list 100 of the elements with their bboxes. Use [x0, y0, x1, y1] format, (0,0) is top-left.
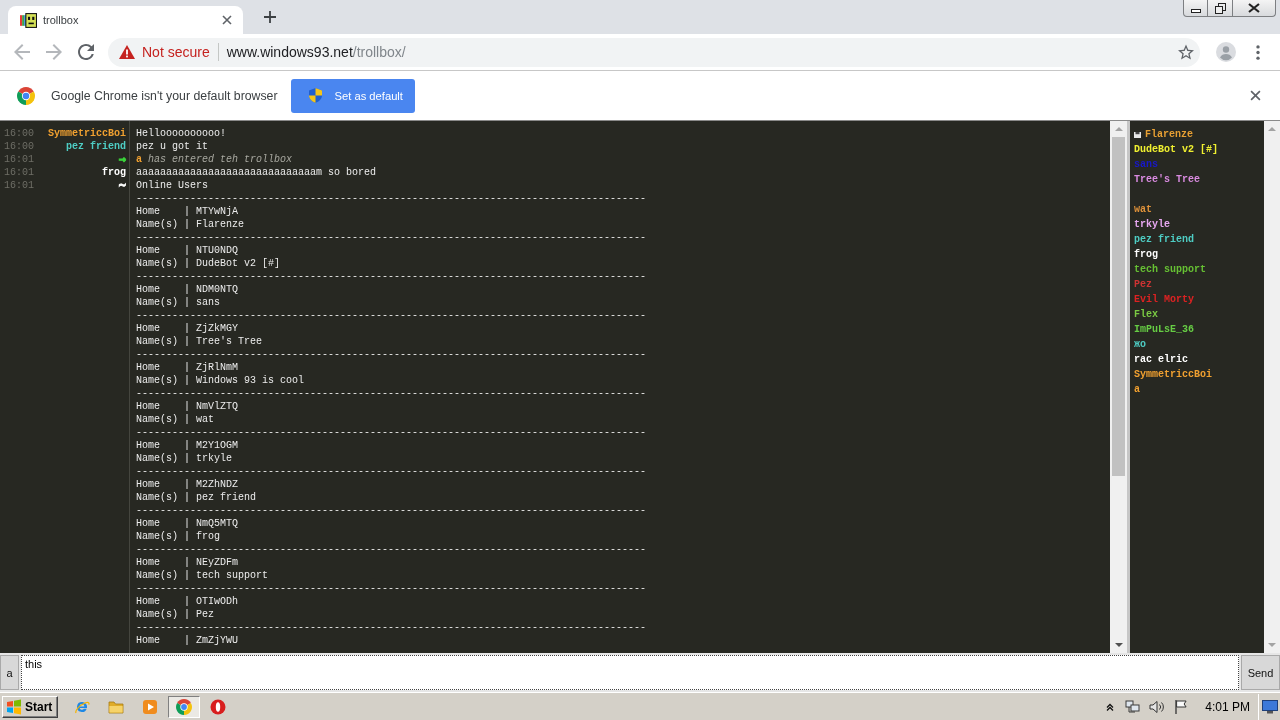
- user-name[interactable]: Flarenze: [1145, 127, 1193, 142]
- scrollbar[interactable]: [1110, 121, 1127, 653]
- taskbar-app-button[interactable]: [168, 695, 201, 718]
- scrollbar-thumb[interactable]: [1112, 137, 1125, 476]
- send-button[interactable]: Send: [1241, 655, 1280, 690]
- output-line: Name(s) | wat: [136, 413, 214, 426]
- output-line: -------------------------------------------------------------------------------------: [136, 231, 647, 244]
- message-author: frog: [102, 166, 126, 179]
- output-line: -------------------------------------------------------------------------------------: [136, 426, 647, 439]
- output-line: Home | NDM0NTQ: [136, 283, 239, 296]
- restore-button[interactable]: [1208, 0, 1233, 17]
- info-message: Google Chrome isn't your default browser: [51, 88, 278, 103]
- user-name[interactable]: wat: [1134, 202, 1152, 217]
- pixel-face-icon: [20, 12, 37, 28]
- star-icon: [1178, 44, 1194, 60]
- user-name[interactable]: a: [1134, 382, 1140, 397]
- reload-icon: [78, 44, 94, 60]
- output-line: -------------------------------------------------------------------------------------: [136, 582, 647, 595]
- message-text: Helloooooooooo!: [136, 127, 226, 140]
- user-name[interactable]: tech support: [1134, 262, 1206, 277]
- message-text: pez u got it: [136, 140, 208, 153]
- output-line: Home | NmQ5MTQ: [136, 517, 239, 530]
- triangle-down-icon: [1268, 643, 1276, 647]
- show-desktop-button[interactable]: [1258, 693, 1280, 720]
- output-line: Home | ZjZkMGY: [136, 322, 239, 335]
- output-line: Name(s) | Windows 93 is cool: [136, 374, 305, 387]
- browser-logo-icon: [176, 698, 193, 715]
- output-line: Name(s) | trkyle: [136, 452, 232, 465]
- chevron-up-icon: [1106, 702, 1115, 711]
- output-line: -------------------------------------------------------------------------------------: [136, 504, 647, 517]
- close-icon: [1249, 90, 1261, 101]
- output-line: Home | ZmZjYWU: [136, 634, 239, 647]
- set-default-button[interactable]: Set as default: [290, 78, 415, 113]
- output-line: -------------------------------------------------------------------------------------: [136, 465, 647, 478]
- minimize-icon: [1190, 8, 1201, 13]
- address-bar[interactable]: Not secure www.windows93.net/trollbox/: [108, 37, 1200, 67]
- browser-logo-icon: [17, 86, 35, 105]
- message-time: 16:01: [4, 166, 35, 179]
- four-color-flag-icon: [6, 698, 22, 715]
- output-line: Name(s) | tech support: [136, 569, 269, 582]
- start-button[interactable]: Start: [2, 695, 59, 718]
- output-line: Name(s) | sans: [136, 296, 220, 309]
- user-name[interactable]: SymmetriccBoi: [1134, 367, 1212, 382]
- close-icon: [222, 15, 232, 25]
- user-name[interactable]: rac elric: [1134, 352, 1188, 367]
- message-time: 16:01: [4, 179, 35, 192]
- message-author: SymmetriccBoi: [48, 127, 126, 140]
- close-window-button[interactable]: [1233, 0, 1276, 17]
- user-name[interactable]: pez friend: [1134, 232, 1194, 247]
- message-time: 16:00: [4, 127, 35, 140]
- message-time: 16:00: [4, 140, 35, 153]
- user-name[interactable]: ImPuLsE_36: [1134, 322, 1194, 337]
- output-line: Name(s) | Tree's Tree: [136, 335, 263, 348]
- output-line: Home | M2Y1OGM: [136, 439, 239, 452]
- warning-icon: [119, 45, 135, 59]
- play-icon: [142, 698, 159, 715]
- system-tilde: ~: [118, 179, 126, 192]
- message-text: Online Users: [136, 179, 208, 192]
- network-icon[interactable]: [1125, 698, 1142, 715]
- user-name[interactable]: DudeBot v2 [#]: [1134, 142, 1218, 157]
- output-line: -------------------------------------------------------------------------------------: [136, 348, 647, 361]
- close-icon: [1248, 3, 1260, 13]
- output-line: Home | M2ZhNDZ: [136, 478, 239, 491]
- message-time: 16:01: [4, 153, 35, 166]
- triangle-down-icon: [1114, 643, 1123, 647]
- user-name[interactable]: frog: [1134, 247, 1158, 262]
- monitor-icon: [1261, 699, 1278, 714]
- arrow-right-icon: [46, 44, 62, 60]
- triangle-up-icon: [1114, 127, 1123, 131]
- output-line: Name(s) | pez friend: [136, 491, 257, 504]
- output-line: Name(s) | frog: [136, 530, 220, 543]
- output-line: -------------------------------------------------------------------------------------: [136, 387, 647, 400]
- restore-icon: [1214, 2, 1226, 14]
- user-name[interactable]: Flex: [1134, 307, 1158, 322]
- output-line: -------------------------------------------------------------------------------------: [136, 543, 647, 556]
- avatar-icon: [1216, 42, 1236, 62]
- folder-icon: [108, 698, 125, 715]
- triangle-up-icon: [1268, 127, 1276, 131]
- output-line: -------------------------------------------------------------------------------------: [136, 192, 647, 205]
- output-line: Name(s) | Pez: [136, 608, 214, 621]
- user-name[interactable]: trkyle: [1134, 217, 1170, 232]
- message-input[interactable]: this: [21, 655, 1239, 690]
- minimize-button[interactable]: [1183, 0, 1208, 17]
- user-name[interactable]: жo: [1134, 337, 1146, 352]
- nick-button[interactable]: a: [0, 655, 19, 690]
- browser-tab[interactable]: trollbox: [8, 6, 243, 34]
- clock-text[interactable]: 4:01 PM: [1205, 699, 1250, 714]
- join-arrow: →: [118, 153, 126, 166]
- output-line: Name(s) | DudeBot v2 [#]: [136, 257, 281, 270]
- user-name[interactable]: Tree's Tree: [1134, 172, 1200, 187]
- arrow-left-icon: [14, 44, 30, 60]
- output-line: -------------------------------------------------------------------------------------: [136, 309, 647, 322]
- message-text: aaaaaaaaaaaaaaaaaaaaaaaaaaaaaam so bored: [136, 166, 377, 179]
- speaker-icon[interactable]: [1149, 698, 1166, 715]
- plus-icon: [264, 11, 276, 23]
- security-label: Not secure: [142, 44, 210, 60]
- output-line: Home | ZjRlNmM: [136, 361, 239, 374]
- flag-icon[interactable]: [1173, 698, 1190, 715]
- output-line: Home | NEyZDFm: [136, 556, 239, 569]
- output-line: Home | NmVlZTQ: [136, 400, 239, 413]
